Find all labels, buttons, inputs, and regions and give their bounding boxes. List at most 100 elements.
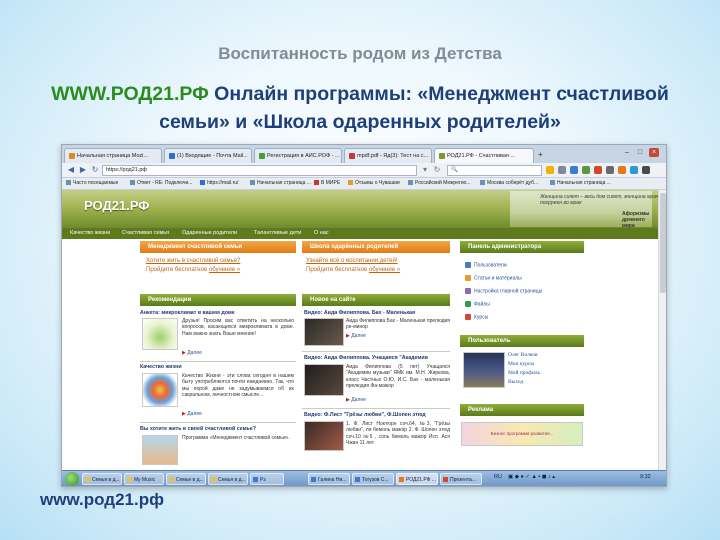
footer-url: www.род21.рф — [40, 490, 164, 509]
admin-files-link[interactable]: Файлы — [465, 301, 490, 307]
tray-icons[interactable]: ▣ ◆ ● ✓ ▲ ▪ ◼ ♪ ▴ — [508, 474, 555, 480]
taskbar-item[interactable]: Галина Ни... — [308, 473, 350, 485]
start-button[interactable] — [65, 472, 79, 486]
site-logo[interactable]: РОД21.РФ — [84, 198, 149, 213]
bookmark-item[interactable]: Москва соберёт дуб... — [480, 179, 538, 188]
taskbar-item[interactable]: Презента... — [440, 473, 482, 485]
news-item-title[interactable]: Видео: Ф.Лист "Грёзы любви", Ф.Шопен этю… — [304, 412, 426, 418]
rec-item-title[interactable]: Качество жизни — [140, 364, 182, 370]
forward-icon[interactable]: ▶ — [78, 165, 88, 175]
ad-banner[interactable]: Бизнес программа развития... — [461, 422, 583, 446]
divider — [140, 361, 296, 362]
my-courses-link[interactable]: Мои курсы — [508, 361, 534, 367]
gifted-parents-link[interactable]: Узнайте всё о воспитании детей! — [306, 257, 397, 265]
minimize-button[interactable]: – — [622, 148, 632, 157]
star-icon[interactable] — [546, 166, 554, 174]
bookmark-item[interactable]: Ответ - RE: Подключи... — [130, 179, 192, 188]
mail-icon — [169, 152, 175, 159]
folder-icon — [211, 477, 216, 482]
video-thumbnail[interactable] — [304, 318, 344, 346]
rec-more-link[interactable]: ▶ Далее — [182, 350, 202, 356]
nav-about[interactable]: О нас — [314, 229, 329, 238]
gifted-parents-training-link[interactable]: Пройдите бесплатное обучение » — [306, 266, 400, 274]
my-profile-link[interactable]: Мой профиль — [508, 370, 540, 376]
home-icon[interactable] — [582, 166, 590, 174]
menu-icon[interactable] — [606, 166, 614, 174]
logout-link[interactable]: Выход — [508, 379, 523, 385]
bookmark-icon — [130, 180, 135, 186]
bookmark-item[interactable]: Отзывы о Чувашии — [348, 179, 400, 188]
bookmark-icon — [66, 180, 71, 186]
addon-icon[interactable] — [594, 166, 602, 174]
tab-mozilla-start[interactable]: Начальная страница Mozi... — [64, 148, 162, 163]
download-icon[interactable] — [570, 166, 578, 174]
taskbar-item[interactable]: My Music — [124, 473, 164, 485]
new-tab-button[interactable]: + — [538, 150, 543, 159]
scrollbar-thumb[interactable] — [660, 193, 666, 293]
refresh-icon[interactable]: ↻ — [432, 165, 442, 175]
hamburger-icon[interactable] — [642, 166, 650, 174]
address-bar[interactable]: https://род21.рф — [102, 165, 417, 176]
taskbar-item[interactable]: Рз — [250, 473, 284, 485]
site-nav: Качество жизни Счастливая семья Одаренны… — [62, 228, 658, 239]
browser-screenshot: Начальная страница Mozi... (1) Входящие … — [61, 144, 667, 487]
bookmark-item[interactable]: В МИРЕ — [314, 179, 340, 188]
search-input[interactable]: 🔍 — [447, 165, 542, 176]
taskbar-item[interactable]: Семья в д... — [208, 473, 248, 485]
news-item-title[interactable]: Видео: Аида Филиппова. Бах - Маленькая — [304, 310, 415, 316]
reload-icon[interactable]: ↻ — [90, 165, 100, 175]
back-icon[interactable]: ◀ — [66, 165, 76, 175]
nav-happy-family[interactable]: Счастливая семья — [122, 229, 169, 238]
admin-homepage-settings-link[interactable]: Настройка главной страницы — [465, 288, 542, 294]
dropdown-icon[interactable]: ▾ — [420, 165, 430, 175]
maximize-button[interactable]: □ — [635, 148, 645, 157]
admin-articles-link[interactable]: Статьи и материалы — [465, 275, 522, 281]
page-icon — [69, 152, 75, 159]
tab-mpdf[interactable]: mpdf.pdf - Яд(3): Тест на с... — [344, 148, 432, 163]
happy-family-link[interactable]: Хотите жить в счастливой семье? — [146, 257, 240, 265]
nav-gifted-parents[interactable]: Одаренные родители — [182, 229, 237, 238]
user-name[interactable]: Олег Волков — [508, 352, 538, 358]
nav-quality-of-life[interactable]: Качество жизни — [70, 229, 110, 238]
bookmark-item[interactable]: Российский Межрегио... — [408, 179, 471, 188]
bookmarks-bar: Часто посещаемые Ответ - RE: Подключи...… — [62, 178, 666, 190]
tab-registration[interactable]: Регистрация в АИС.РОФ - ... — [254, 148, 342, 163]
bookmark-item[interactable]: Начальная страница ... — [250, 179, 311, 188]
divider — [140, 422, 296, 423]
arrow-icon: ▶ — [346, 397, 350, 403]
taskbar-item-active[interactable]: РОД21.РФ ... — [396, 473, 438, 485]
bookmarks-icon[interactable] — [558, 166, 566, 174]
courses-icon — [465, 314, 471, 320]
taskbar-item[interactable]: Семья в д... — [166, 473, 206, 485]
tab-mail-inbox[interactable]: (1) Входящие - Почта Mail... — [164, 148, 252, 163]
slide-subtitle: Воспитанность родом из Детства — [218, 44, 502, 63]
site-icon — [439, 152, 445, 159]
bookmark-item[interactable]: Начальная страница ... — [550, 179, 611, 188]
video-thumbnail[interactable] — [304, 421, 344, 451]
bookmark-item[interactable]: https://mail.ru/ — [200, 179, 238, 188]
app-icon — [355, 477, 360, 482]
admin-users-link[interactable]: Пользователи — [465, 262, 507, 268]
news-more-link[interactable]: ▶ Далее — [346, 397, 366, 403]
video-thumbnail[interactable] — [304, 364, 344, 396]
happy-family-training-link[interactable]: Пройдите бесплатное обучение » — [146, 266, 240, 274]
close-button[interactable]: × — [649, 148, 659, 157]
news-more-link[interactable]: ▶ Далее — [346, 333, 366, 339]
sync-icon[interactable] — [630, 166, 638, 174]
news-item-title[interactable]: Видео: Аида Филиппова. Учащаяся "Академи… — [304, 355, 428, 361]
rec-item-title[interactable]: Анкета: микроклимат в вашем доме — [140, 310, 235, 316]
tab-rod21[interactable]: РОД21.РФ - Счастливая ... — [434, 148, 534, 163]
nav-talented-kids[interactable]: Талантливые дети — [254, 229, 301, 238]
vertical-scrollbar[interactable] — [658, 190, 666, 470]
bookmark-item[interactable]: Часто посещаемые — [66, 179, 118, 188]
folder-icon — [127, 477, 132, 482]
taskbar-item[interactable]: Семья в д... — [82, 473, 122, 485]
quote-source: Афоризмы древнего мира — [622, 211, 650, 229]
rss-icon[interactable] — [618, 166, 626, 174]
language-indicator[interactable]: RU — [494, 474, 502, 480]
bookmark-icon — [550, 180, 555, 186]
taskbar-item[interactable]: Тогузов С... — [352, 473, 394, 485]
rec-more-link[interactable]: ▶ Далее — [182, 411, 202, 417]
rec-item-title[interactable]: Вы хотите жить в своей счастливой семье? — [140, 426, 256, 432]
admin-courses-link[interactable]: Курсы — [465, 314, 488, 320]
